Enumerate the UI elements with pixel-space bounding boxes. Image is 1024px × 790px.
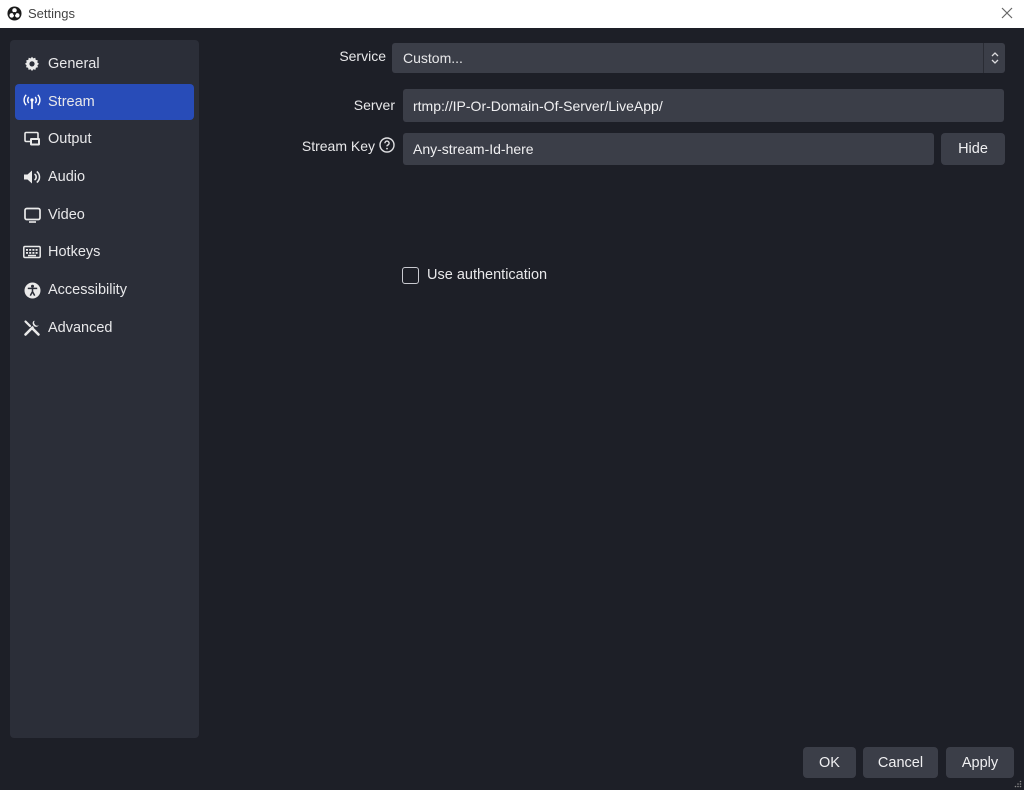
tools-icon [23,319,41,337]
sidebar-item-hotkeys[interactable]: Hotkeys [15,234,194,270]
sidebar-item-label: Advanced [48,319,113,336]
use-authentication-label: Use authentication [427,267,548,283]
sidebar-item-label: Accessibility [48,282,127,299]
service-label: Service [339,48,386,64]
monitor-icon [23,206,41,224]
sidebar-item-video[interactable]: Video [15,197,194,233]
service-select[interactable]: Custom... [392,43,1005,73]
window-title: Settings [28,6,75,21]
sidebar: General Stream Output Audio Video Hotkey… [10,40,199,738]
speaker-icon [23,168,41,186]
stream-key-label: Stream Key [301,138,375,154]
sidebar-item-label: Stream [48,93,95,110]
title-bar: Settings [0,0,1024,28]
help-icon[interactable] [379,137,395,153]
apply-button[interactable]: Apply [946,747,1014,778]
antenna-icon [23,93,41,111]
sidebar-item-label: Output [48,131,92,148]
sidebar-item-stream[interactable]: Stream [15,83,194,120]
ok-button[interactable]: OK [803,747,856,778]
sidebar-item-label: Video [48,206,85,223]
server-label: Server [353,97,395,113]
resize-grip-icon[interactable] [1014,780,1022,788]
chevron-up-down-icon [983,43,1005,73]
keyboard-icon [23,243,41,261]
use-authentication-checkbox[interactable]: Use authentication [402,265,547,285]
obs-logo-icon [7,6,22,21]
sidebar-item-label: General [48,56,100,72]
close-button[interactable] [998,4,1016,22]
close-icon [1001,7,1013,19]
sidebar-item-output[interactable]: Output [15,121,194,157]
hide-button[interactable]: Hide [941,133,1005,165]
sidebar-item-audio[interactable]: Audio [15,159,194,195]
sidebar-item-advanced[interactable]: Advanced [15,310,194,346]
sidebar-item-label: Audio [48,169,86,186]
stream-key-input[interactable] [403,133,934,165]
checkbox-box[interactable] [402,266,419,284]
settings-window: General Stream Output Audio Video Hotkey… [0,28,1024,790]
sidebar-item-accessibility[interactable]: Accessibility [15,272,194,308]
server-input[interactable] [403,89,1004,122]
service-selected-value: Custom... [403,50,463,66]
sidebar-item-general[interactable]: General [15,46,194,82]
cancel-button[interactable]: Cancel [863,747,938,778]
sidebar-item-label: Hotkeys [48,244,101,261]
output-icon [23,130,41,148]
gear-icon [23,55,41,73]
accessibility-icon [23,281,41,299]
